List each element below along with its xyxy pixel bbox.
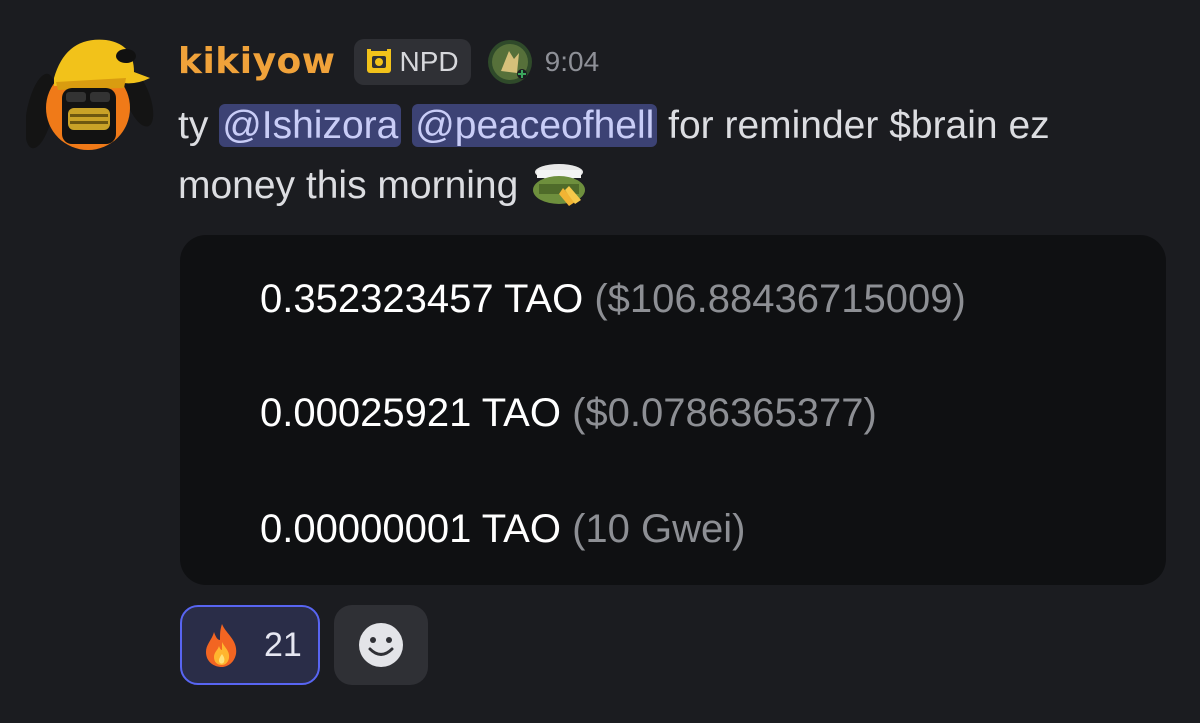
role-badge-icon[interactable]: [487, 39, 533, 85]
tao-amount: 0.352323457 TAO: [260, 277, 584, 321]
reactions-bar: 21: [180, 605, 428, 685]
user-avatar[interactable]: [25, 26, 156, 156]
tao-amount: 0.00000001 TAO: [260, 507, 561, 551]
author-username[interactable]: kikiyow: [178, 44, 336, 80]
mention-peaceofhell[interactable]: @peaceofhell: [412, 104, 658, 147]
message-prefix: ty: [178, 104, 209, 147]
embed-line: 0.352323457 TAO ($106.88436715009): [260, 277, 966, 322]
message-timestamp: 9:04: [544, 46, 600, 77]
tao-amount: 0.00025921 TAO: [260, 391, 561, 435]
smiley-add-reaction-icon: [359, 623, 403, 667]
guild-tag-label: NPD: [399, 46, 459, 77]
embed-block: 0.352323457 TAO ($106.88436715009) 0.000…: [180, 235, 1166, 585]
mention-ishizora[interactable]: @Ishizora: [219, 104, 402, 147]
guild-tag[interactable]: NPD: [353, 39, 471, 85]
fire-icon: [206, 624, 237, 667]
usd-value: ($106.88436715009): [594, 277, 966, 321]
add-reaction-button[interactable]: [334, 605, 428, 685]
gwei-value: (10 Gwei): [572, 507, 746, 551]
reaction-fire[interactable]: 21: [180, 605, 320, 685]
usd-value: ($0.0786365377): [572, 391, 877, 435]
message-header: kikiyow NPD 9:04: [178, 36, 599, 88]
chat-message: kikiyow NPD 9:04 ty @Ishizora @peaceofhe…: [0, 0, 1200, 723]
avatar-dog-icon: [25, 39, 154, 150]
embed-line: 0.00000001 TAO (10 Gwei): [260, 507, 746, 552]
message-content: ty @Ishizora @peaceofhell for reminder $…: [178, 96, 1168, 216]
guild-tag-icon: [366, 49, 391, 73]
saluting-face-emoji-icon[interactable]: [529, 162, 591, 208]
embed-line: 0.00025921 TAO ($0.0786365377): [260, 391, 877, 436]
reaction-count: 21: [264, 625, 302, 664]
